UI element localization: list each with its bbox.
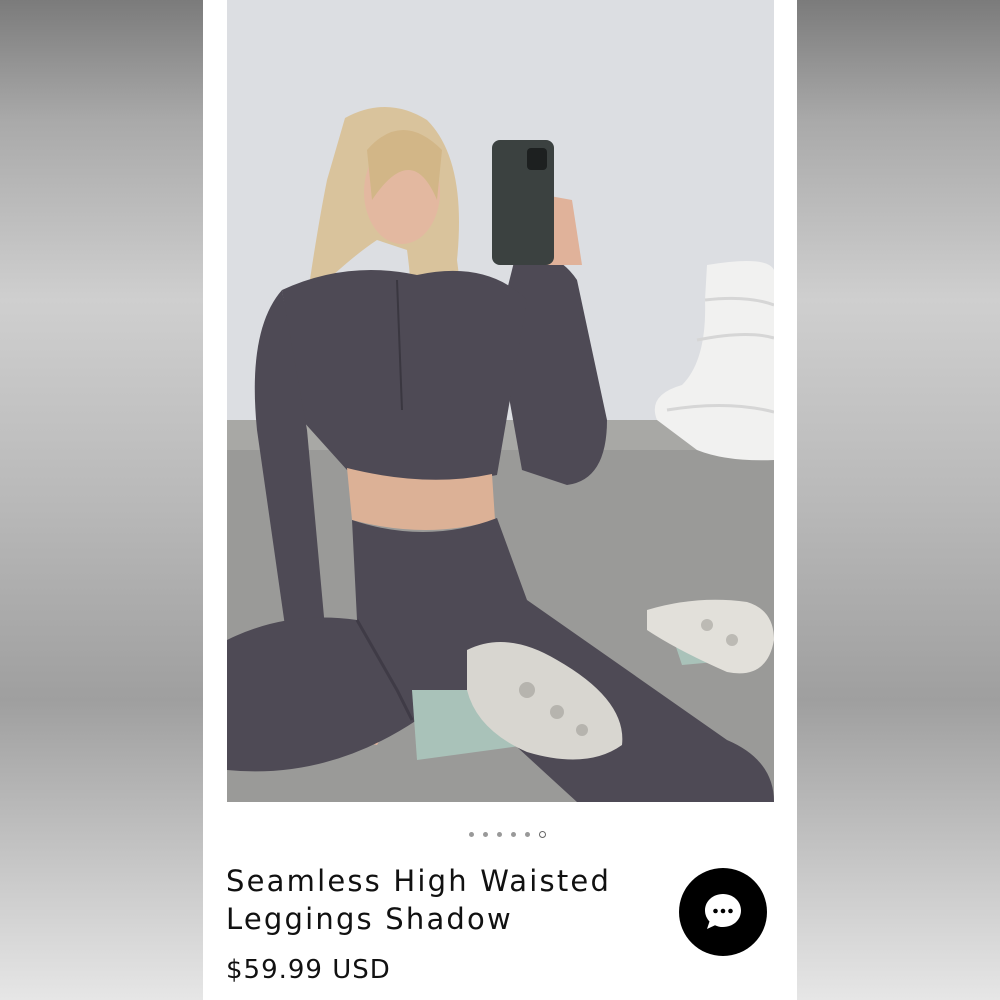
carousel-dot[interactable] bbox=[510, 831, 516, 837]
blurred-background-right bbox=[797, 0, 1000, 1000]
carousel-dot-active[interactable] bbox=[538, 830, 546, 838]
carousel-dot[interactable] bbox=[496, 831, 502, 837]
product-page: Seamless High Waisted Leggings Shadow $5… bbox=[203, 0, 797, 1000]
product-title-line1: Seamless High Waisted bbox=[226, 864, 612, 898]
chat-bubble-icon bbox=[705, 894, 741, 929]
product-price: $59.99 USD bbox=[226, 955, 391, 985]
carousel-dot[interactable] bbox=[482, 831, 488, 837]
product-title-line2: Leggings Shadow bbox=[226, 902, 513, 936]
chat-button[interactable] bbox=[679, 868, 767, 956]
blurred-background-left bbox=[0, 0, 203, 1000]
carousel-dot[interactable] bbox=[468, 831, 474, 837]
product-title: Seamless High Waisted Leggings Shadow bbox=[226, 862, 666, 938]
product-photo-illustration bbox=[227, 0, 774, 802]
carousel-dot[interactable] bbox=[524, 831, 530, 837]
product-image[interactable] bbox=[227, 0, 774, 802]
image-carousel-indicator[interactable] bbox=[203, 829, 797, 839]
